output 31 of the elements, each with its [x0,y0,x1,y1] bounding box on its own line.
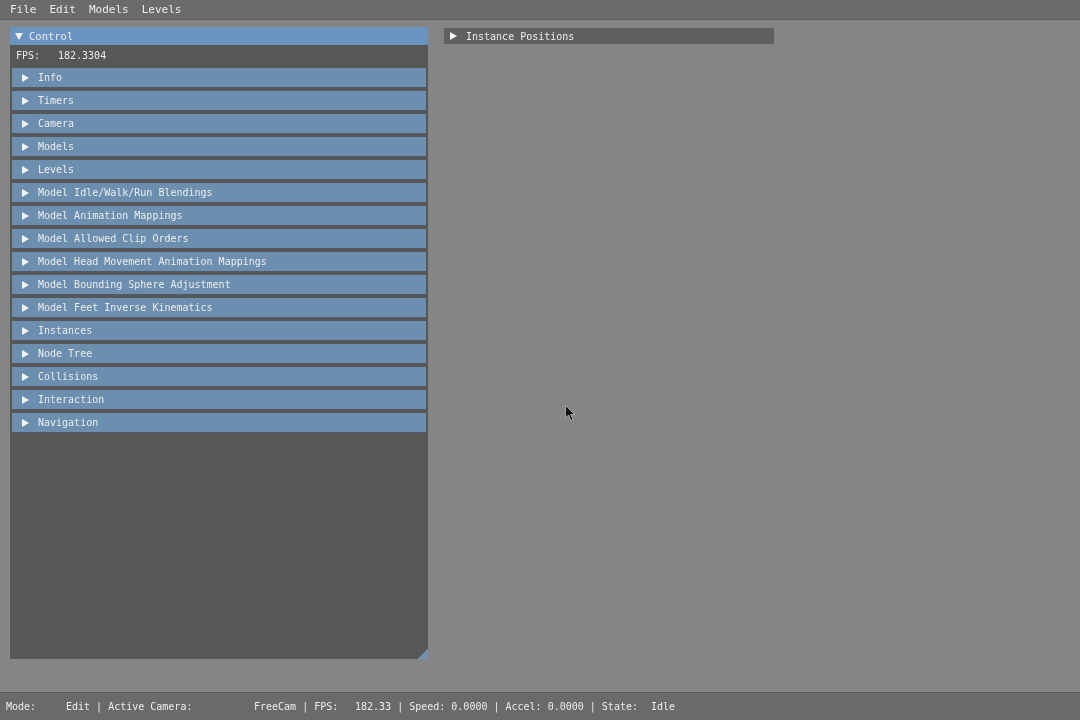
section-header[interactable]: Model Animation Mappings [12,206,426,226]
status-text: FreeCam | FPS: [254,701,340,712]
section-header[interactable]: Instances [12,321,426,341]
menu-item[interactable]: File [10,3,37,16]
section-header[interactable]: Navigation [12,413,426,433]
fps-value: 182.3304 [58,49,107,61]
window-title: Control [29,30,74,42]
collapsed-window-header[interactable]: Instance Positions [444,28,774,44]
section-header[interactable]: Info [12,68,426,88]
section-header[interactable]: Timers [12,91,426,111]
menu-item[interactable]: Levels [141,3,182,16]
fps-label: FPS: [16,49,42,61]
section-header[interactable]: Model Head Movement Animation Mappings [12,252,426,272]
section-header[interactable]: Model Bounding Sphere Adjustment [12,275,426,295]
section-header[interactable]: Collisions [12,367,426,387]
status-text: Edit | Active Camera: [66,701,194,712]
status-text: Mode: [6,701,38,712]
section-header[interactable]: Node Tree [12,344,426,364]
status-text: 182.33 | Speed: 0.0000 | Accel: 0.0000 | State: [355,701,639,712]
section-header[interactable]: Model Feet Inverse Kinematics [12,298,426,318]
section-header[interactable]: Levels [12,160,426,180]
window-title-bar[interactable]: Control [10,27,428,45]
section-header[interactable]: Model Idle/Walk/Run Blendings [12,183,426,203]
menu-item[interactable]: Models [89,3,129,16]
menu-item[interactable]: Edit [49,3,76,16]
status-text: Idle [651,701,677,712]
section-header[interactable]: Camera [12,114,426,134]
section-header[interactable]: Interaction [12,390,426,410]
mouse-cursor-icon [565,405,575,421]
section-header[interactable]: Model Allowed Clip Orders [12,229,426,249]
section-header[interactable]: Models [12,137,426,157]
